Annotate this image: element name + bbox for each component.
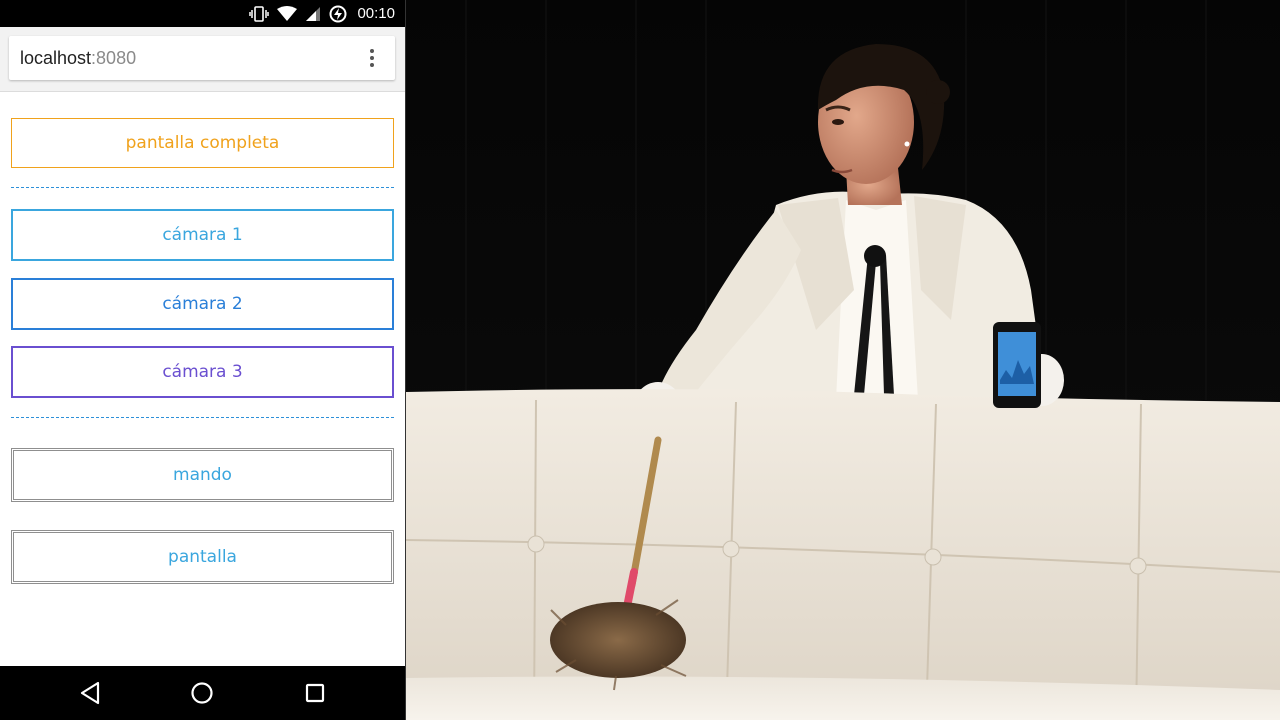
android-nav-bar [0,666,405,720]
remote-button[interactable]: mando [11,448,394,502]
home-icon[interactable] [189,680,215,706]
back-icon[interactable] [78,680,104,706]
status-clock: 00:10 [357,5,395,22]
stage-image [406,0,1280,720]
url-port: :8080 [91,48,137,68]
camera-2-button[interactable]: cámara 2 [11,278,394,330]
phone-screen: 00:10 localhost:8080 pantalla completa c… [0,0,405,720]
divider [11,187,394,188]
browser-toolbar: localhost:8080 [0,27,405,92]
status-bar: 00:10 [0,0,405,27]
cell-signal-icon [306,6,321,21]
screen-button[interactable]: pantalla [11,530,394,584]
camera-1-button[interactable]: cámara 1 [11,209,394,261]
fullscreen-button[interactable]: pantalla completa [11,118,394,168]
camera-feed [406,0,1280,720]
status-icons: 00:10 [249,0,395,27]
overflow-menu-icon[interactable] [363,49,381,67]
url-text[interactable]: localhost:8080 [20,36,136,80]
vibrate-icon [249,5,270,22]
url-host: localhost [20,48,92,68]
battery-charging-icon [329,5,347,22]
divider [11,417,394,418]
recents-icon[interactable] [302,680,328,706]
camera-3-button[interactable]: cámara 3 [11,346,394,398]
address-bar[interactable]: localhost:8080 [9,36,395,80]
wifi-icon [277,5,298,21]
page-content: pantalla completa cámara 1 cámara 2 cáma… [0,92,405,666]
